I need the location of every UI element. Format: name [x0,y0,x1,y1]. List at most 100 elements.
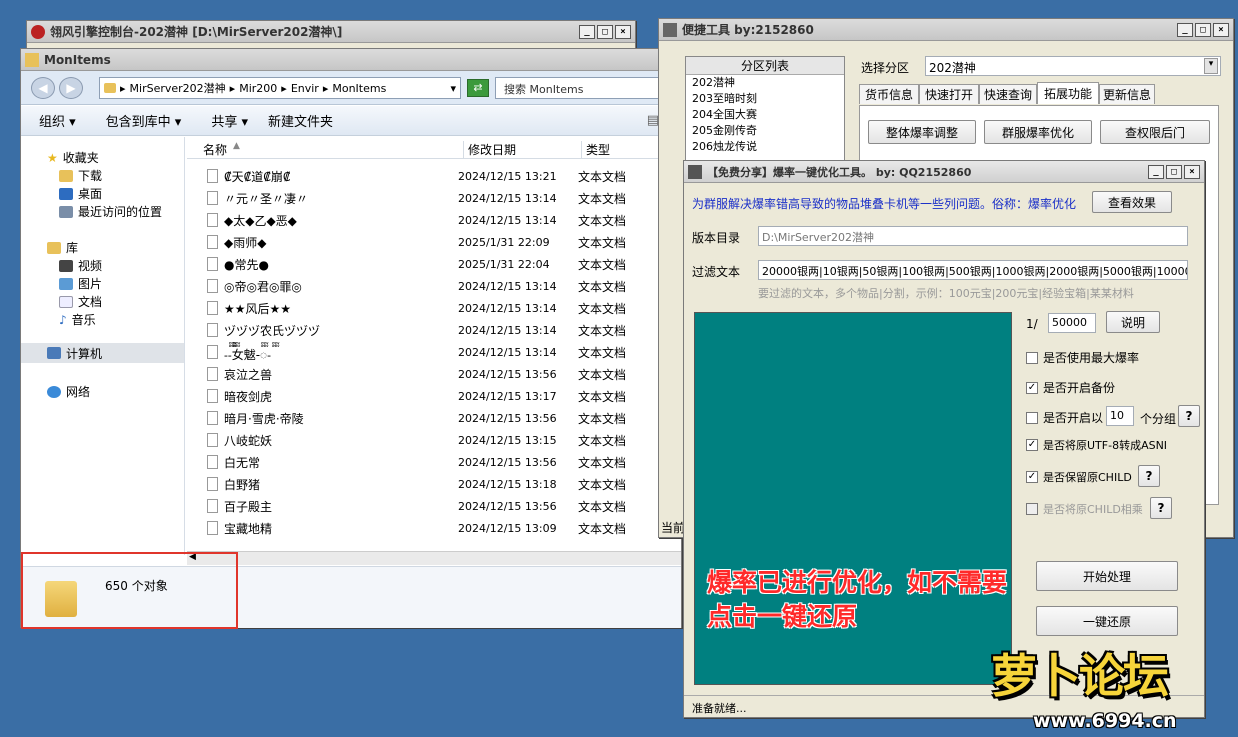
maximize-button[interactable]: □ [597,24,613,39]
watermark-logo: 萝卜论坛 www.6994.cn [985,640,1235,735]
file-name: 哀泣之兽 [224,367,273,382]
table-row[interactable]: ₡天₡道₡崩₡ 2024/12/15 13:21 文本文档 [187,165,681,187]
start-process-button[interactable]: 开始处理 [1036,561,1178,591]
table-row[interactable]: 〃元〃圣〃凄〃 2024/12/15 13:14 文本文档 [187,187,681,209]
table-row[interactable]: ●常先● 2025/1/31 22:04 文本文档 [187,253,681,275]
column-name[interactable]: 名称 [203,141,227,158]
tab-currency[interactable]: 货币信息 [859,84,919,104]
table-row[interactable]: ◆雨师◆ 2025/1/31 22:09 文本文档 [187,231,681,253]
nav-pictures[interactable]: 图片 [59,275,102,292]
include-library-button[interactable]: 包含到库中 ▾ [106,111,182,130]
close-button[interactable]: × [1213,22,1229,37]
search-input[interactable]: 搜索 MonItems [495,77,677,99]
table-row[interactable]: 暗夜剑虎 2024/12/15 13:17 文本文档 [187,385,681,407]
minimize-button[interactable]: _ [1177,22,1193,37]
table-row[interactable]: 宝藏地精 2024/12/15 13:09 文本文档 [187,517,681,539]
table-row[interactable]: -ᢆ-ᢆ女魃-ᢆ-ᢆ 2024/12/15 13:14 文本文档 [187,341,681,363]
restore-button[interactable]: 一键还原 [1036,606,1178,636]
annotation-box [21,552,238,629]
nav-documents[interactable]: 文档 [59,293,102,310]
table-row[interactable]: 白野猪 2024/12/15 13:18 文本文档 [187,473,681,495]
column-type[interactable]: 类型 [581,141,610,158]
nav-downloads[interactable]: 下载 [59,167,102,184]
nav-computer[interactable]: 计算机 [21,343,184,363]
refresh-button[interactable]: ⇄ [467,79,489,97]
nav-recent[interactable]: 最近访问的位置 [59,203,162,220]
filter-text-field[interactable]: 20000银两|10银两|50银两|100银两|500银两|1000银两|200… [758,260,1188,280]
rate-adjust-button[interactable]: 整体爆率调整 [868,120,976,144]
view-effect-button[interactable]: 查看效果 [1092,191,1172,213]
file-name: ★★风后★★ [224,301,292,316]
table-row[interactable]: 暗月·雪虎·帝陵 2024/12/15 13:56 文本文档 [187,407,681,429]
partition-list[interactable]: 分区列表 202潜神 203至暗时刻 204全国大赛 205金刚传奇 206烛龙传说 [685,56,845,166]
nav-libraries[interactable]: 库 [47,239,78,256]
forward-button[interactable]: ▶ [59,77,83,99]
folder-icon [25,52,39,67]
list-item[interactable]: 202潜神 [692,75,844,91]
horizontal-scrollbar[interactable]: ◀ [187,551,681,565]
utf8-checkbox[interactable]: ✓ 是否将原UTF-8转成ASNI [1026,437,1167,453]
table-row[interactable]: ヅヅヅ农氏ヅヅヅ 2024/12/15 13:14 文本文档 [187,319,681,341]
nav-videos[interactable]: 视频 [59,257,102,274]
table-row[interactable]: ★★风后★★ 2024/12/15 13:14 文本文档 [187,297,681,319]
minimize-button[interactable]: _ [1148,164,1164,179]
organize-button[interactable]: 组织 ▾ [39,111,76,130]
group-optimize-button[interactable]: 群服爆率优化 [984,120,1092,144]
explorer-titlebar[interactable]: MonItems [21,49,681,71]
tab-updates[interactable]: 更新信息 [1099,84,1155,104]
breadcrumb-item[interactable]: Envir [291,82,319,95]
file-name: ◎帝◎君◎罪◎ [224,279,302,294]
list-item[interactable]: 204全国大赛 [692,107,844,123]
backdoor-check-button[interactable]: 查权限后门 [1100,120,1210,144]
quick-tool-titlebar[interactable]: 便捷工具 by:2152860 _ □ × [659,19,1233,41]
keep-child-help-button[interactable]: ? [1138,465,1160,487]
table-row[interactable]: 八岐蛇妖 2024/12/15 13:15 文本文档 [187,429,681,451]
table-row[interactable]: 白无常 2024/12/15 13:56 文本文档 [187,451,681,473]
explain-button[interactable]: 说明 [1106,311,1160,333]
close-button[interactable]: × [615,24,631,39]
console-titlebar[interactable]: 翎风引擎控制台-202潜神 [D:\MirServer202潜神\] _ □ × [27,21,635,43]
overlay-line-1: 爆率已进行优化，如不需要 [707,568,1008,597]
breadcrumb-item[interactable]: Mir200 [239,82,277,95]
optimizer-titlebar[interactable]: 【免费分享】爆率一键优化工具。 by: QQ2152860 _ □ × [684,161,1204,183]
tab-extensions[interactable]: 拓展功能 [1037,82,1099,104]
breadcrumb[interactable]: ▸ MirServer202潜神 ▸ Mir200 ▸ Envir ▸ MonItem… [99,77,461,99]
table-row[interactable]: ◎帝◎君◎罪◎ 2024/12/15 13:14 文本文档 [187,275,681,297]
column-modified[interactable]: 修改日期 [463,141,516,158]
tab-quick-query[interactable]: 快速查询 [979,84,1037,104]
chevron-down-icon[interactable]: ▾ [1204,58,1218,74]
nav-favorites[interactable]: ★ 收藏夹 [47,149,99,166]
list-item[interactable]: 205金刚传奇 [692,123,844,139]
tab-quick-open[interactable]: 快速打开 [919,84,979,104]
group-checkbox[interactable]: 是否开启以 [1026,409,1103,426]
table-row[interactable]: 哀泣之兽 2024/12/15 13:56 文本文档 [187,363,681,385]
file-name: 宝藏地精 [224,521,273,536]
list-item[interactable]: 203至暗时刻 [692,91,844,107]
version-dir-field[interactable]: D:\MirServer202潜神 [758,226,1188,246]
new-folder-button[interactable]: 新建文件夹 [268,111,333,130]
nav-desktop[interactable]: 桌面 [59,185,102,202]
keep-child-checkbox[interactable]: ✓ 是否保留原CHILD [1026,469,1132,485]
table-row[interactable]: 百子殿主 2024/12/15 13:56 文本文档 [187,495,681,517]
max-rate-checkbox[interactable]: 是否使用最大爆率 [1026,349,1139,366]
close-button[interactable]: × [1184,164,1200,179]
back-button[interactable]: ◀ [31,77,55,99]
ratio-field[interactable]: 50000 [1048,313,1096,333]
breadcrumb-item[interactable]: MirServer202潜神 [130,80,226,96]
list-item[interactable]: 206烛龙传说 [692,139,844,155]
minimize-button[interactable]: _ [579,24,595,39]
table-row[interactable]: ◆太◆乙◆恶◆ 2024/12/15 13:14 文本文档 [187,209,681,231]
child-multiply-checkbox[interactable]: 是否将原CHILD相乘 [1026,501,1143,517]
breadcrumb-item[interactable]: MonItems [332,82,386,95]
maximize-button[interactable]: □ [1195,22,1211,37]
backup-checkbox[interactable]: ✓ 是否开启备份 [1026,379,1115,396]
maximize-button[interactable]: □ [1166,164,1182,179]
child-multiply-help-button[interactable]: ? [1150,497,1172,519]
nav-network[interactable]: 网络 [47,383,90,400]
chevron-down-icon[interactable]: ▾ [450,82,456,95]
nav-music[interactable]: ♪ 音乐 [59,311,96,328]
share-button[interactable]: 共享 ▾ [211,111,248,130]
group-help-button[interactable]: ? [1178,405,1200,427]
group-size-field[interactable]: 10 [1106,406,1134,426]
partition-select[interactable]: 202潜神 ▾ [925,56,1221,76]
